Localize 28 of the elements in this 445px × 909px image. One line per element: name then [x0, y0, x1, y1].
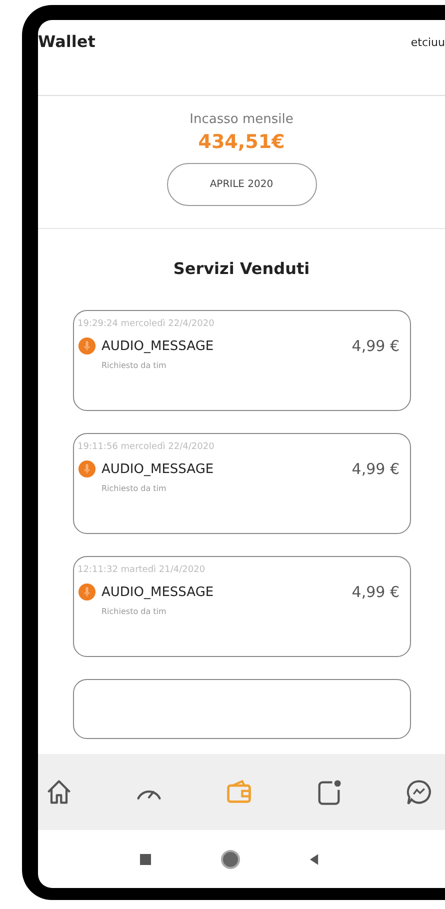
service-name: AUDIO_MESSAGE	[102, 462, 214, 476]
chat-icon[interactable]	[404, 777, 434, 807]
username: etciuu	[410, 36, 445, 49]
summary-label: Incasso mensile	[190, 112, 294, 127]
service-icon	[78, 460, 96, 478]
sale-timestamp: 12:11:32 martedì 21/4/2020	[78, 565, 206, 575]
section-title: Servizi Venduti	[173, 259, 310, 278]
service-name: AUDIO_MESSAGE	[102, 338, 214, 354]
requester-text: Richiesto da tim	[102, 484, 166, 493]
sale-price: 4,99 €	[352, 337, 400, 355]
sale-timestamp: 19:11:56 mercoledì 22/4/2020	[78, 442, 214, 452]
requester-text: Richiesto da tim	[102, 607, 166, 616]
recent-apps-icon[interactable]	[140, 854, 151, 864]
page-title: Wallet	[38, 32, 96, 51]
sale-card[interactable]: 19:29:24 mercoledì 22/4/2020 AUDIO_MESSAGE 4,99 € Richiesto da tim	[72, 310, 410, 411]
month-button[interactable]: APRILE 2020	[166, 163, 316, 206]
service-icon	[78, 337, 96, 355]
sale-price: 4,99 €	[352, 583, 400, 601]
back-icon[interactable]	[310, 854, 319, 864]
service-icon	[78, 583, 96, 601]
home-button-icon[interactable]	[221, 850, 240, 868]
monthly-amount: 434,51€	[198, 131, 285, 153]
sale-price: 4,99 €	[352, 460, 400, 478]
sale-card[interactable]: 19:11:56 mercoledì 22/4/2020 AUDIO_MESSAGE 4,99 € Richiesto da tim	[72, 433, 410, 534]
service-name: AUDIO_MESSAGE	[102, 584, 214, 600]
sale-card[interactable]: 12:11:32 martedì 21/4/2020 AUDIO_MESSAGE 4,99 € Richiesto da tim	[72, 556, 410, 657]
requester-text: Richiesto da tim	[102, 361, 166, 370]
sale-timestamp: 19:29:24 mercoledì 22/4/2020	[78, 319, 214, 329]
